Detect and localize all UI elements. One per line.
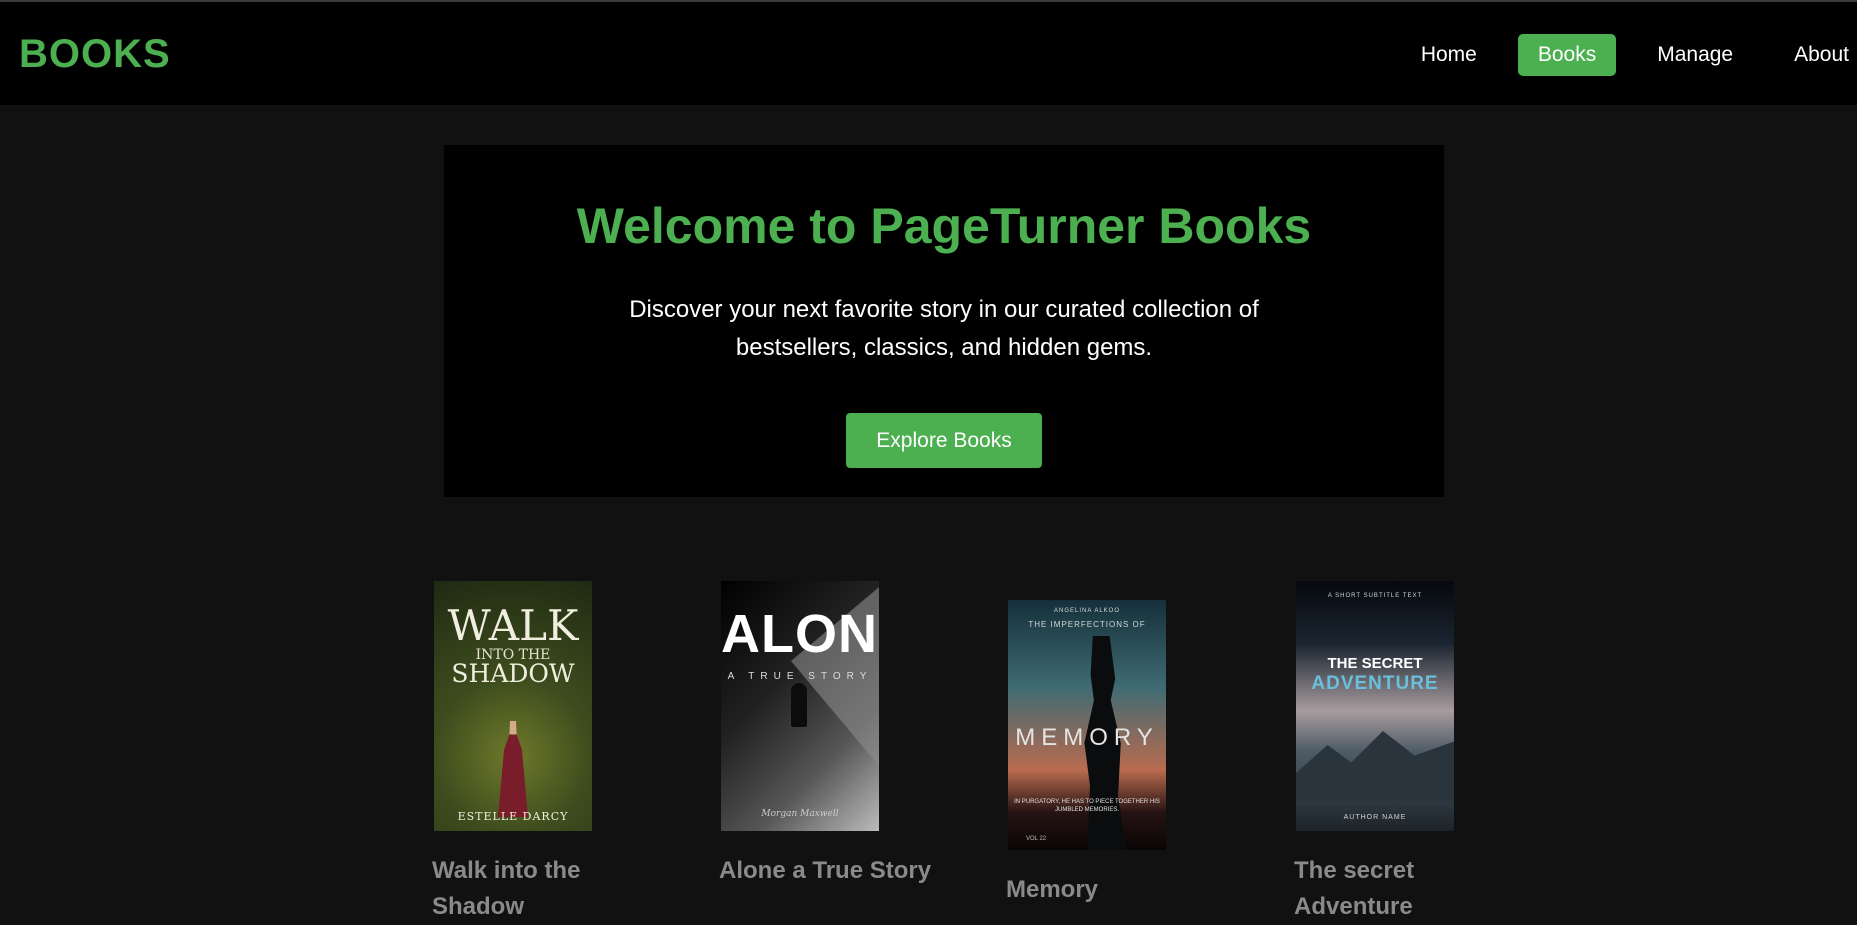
book-cover[interactable]: ANGELINA ALKOO THE IMPERFECTIONS OF MEMO… xyxy=(1008,600,1166,850)
hero-subtitle: Discover your next favorite story in our… xyxy=(629,296,1259,361)
cover-author: ANGELINA ALKOO xyxy=(1053,608,1121,614)
book-card[interactable]: ANGELINA ALKOO THE IMPERFECTIONS OF MEMO… xyxy=(1006,600,1246,908)
cover-author: AUTHOR NAME xyxy=(1343,814,1407,821)
book-title[interactable]: Walk into the Shadow xyxy=(432,853,652,925)
book-card[interactable]: ALONE A TRUE STORY Morgan Maxwell Alone … xyxy=(719,581,959,889)
cover-subtitle: THE IMPERFECTIONS OF xyxy=(1028,620,1146,629)
nav-about[interactable]: About xyxy=(1774,34,1857,76)
cover-title: MEMORY xyxy=(1015,724,1159,751)
book-title[interactable]: The secret Adventure xyxy=(1294,853,1514,925)
cover-title: THE SECRET xyxy=(1327,655,1423,672)
book-title[interactable]: Memory xyxy=(1006,872,1226,908)
cover-title: ADVENTURE xyxy=(1311,673,1439,694)
nav-home[interactable]: Home xyxy=(1401,34,1497,76)
book-card[interactable]: A SHORT SUBTITLE TEXT THE SECRET ADVENTU… xyxy=(1294,581,1534,925)
cover-signature: Morgan Maxwell xyxy=(761,809,839,819)
book-cover[interactable]: ALONE A TRUE STORY Morgan Maxwell xyxy=(721,581,879,831)
cover-blurb: IN PURGATORY, HE HAS TO PIECE TOGETHER H… xyxy=(1014,799,1160,813)
cover-title: SHADOW xyxy=(451,659,575,688)
book-title[interactable]: Alone a True Story xyxy=(719,853,939,889)
top-navbar: BOOKS Home Books Manage About xyxy=(0,0,1857,105)
cover-tagline: A SHORT SUBTITLE TEXT xyxy=(1327,593,1423,599)
cover-author: ESTELLE DARCY xyxy=(457,810,569,823)
cover-title: WALK xyxy=(447,601,579,650)
cover-figure xyxy=(498,721,528,817)
cover-subtitle: A TRUE STORY xyxy=(727,671,873,682)
cover-mountains xyxy=(1296,731,1454,801)
nav-books[interactable]: Books xyxy=(1517,34,1617,76)
book-cover[interactable]: A SHORT SUBTITLE TEXT THE SECRET ADVENTU… xyxy=(1296,581,1454,831)
cover-volume: VOL 22 xyxy=(1026,836,1047,842)
brand-logo[interactable]: BOOKS xyxy=(19,32,171,77)
book-cover[interactable]: WALK INTO THE SHADOW ESTELLE DARCY xyxy=(434,581,592,831)
book-card[interactable]: WALK INTO THE SHADOW ESTELLE DARCY Walk … xyxy=(432,581,672,925)
cover-figure xyxy=(791,683,807,727)
nav-manage[interactable]: Manage xyxy=(1637,34,1753,76)
hero-banner: Welcome to PageTurner Books Discover you… xyxy=(444,145,1444,497)
hero-title: Welcome to PageTurner Books xyxy=(576,198,1312,254)
main-nav: Home Books Manage About xyxy=(1380,34,1857,76)
cover-title: ALONE xyxy=(721,604,879,664)
explore-books-button[interactable]: Explore Books xyxy=(846,413,1042,468)
